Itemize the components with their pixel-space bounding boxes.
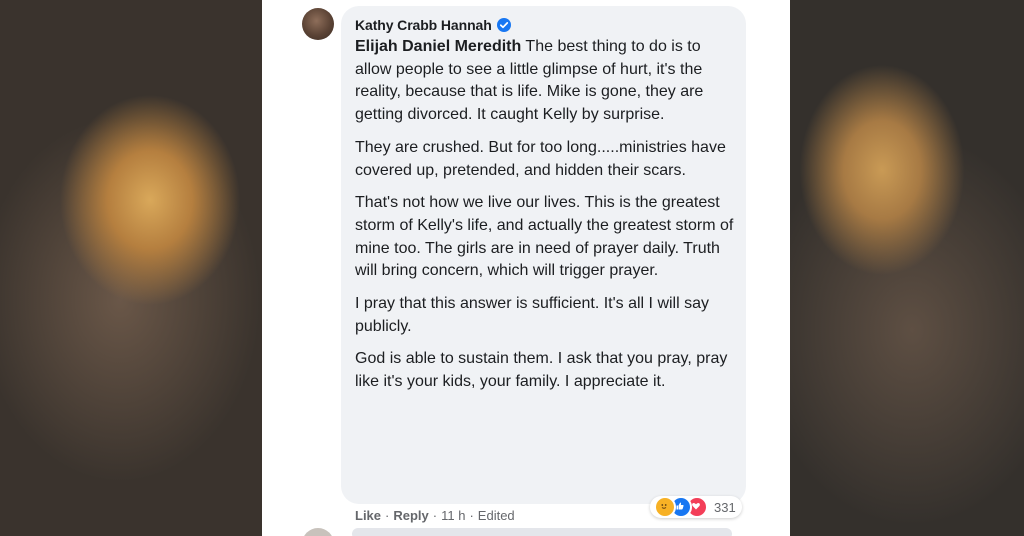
comment-paragraph: God is able to sustain them. I ask that … bbox=[355, 350, 728, 391]
separator: · bbox=[385, 508, 390, 523]
comment-author-name[interactable]: Kathy Crabb Hannah bbox=[355, 17, 492, 33]
avatar[interactable] bbox=[302, 8, 334, 40]
care-reaction-icon bbox=[654, 496, 676, 518]
blurred-background-right bbox=[762, 0, 1024, 536]
separator: · bbox=[432, 508, 438, 523]
edited-label: Edited bbox=[477, 508, 515, 523]
comment-paragraph: I pray that this answer is sufficient. I… bbox=[355, 295, 709, 335]
like-button[interactable]: Like bbox=[355, 508, 381, 523]
comment-paragraph: Elijah Daniel Meredith The best thing to… bbox=[355, 36, 735, 127]
next-comment-bubble bbox=[352, 528, 732, 536]
separator: · bbox=[469, 508, 474, 523]
comment-body: Elijah Daniel Meredith The best thing to… bbox=[355, 36, 735, 404]
comment-actions: Like · Reply · 11 h · Edited bbox=[355, 508, 515, 523]
comment-header: Kathy Crabb Hannah bbox=[355, 16, 511, 34]
verified-badge-icon bbox=[496, 18, 511, 32]
reaction-count: 331 bbox=[714, 499, 736, 515]
reply-button[interactable]: Reply bbox=[393, 508, 428, 523]
comment-paragraph: They are crushed. But for too long.....m… bbox=[355, 138, 726, 179]
blurred-background-left bbox=[0, 0, 262, 536]
mention-link[interactable]: Elijah Daniel Meredith bbox=[355, 38, 521, 55]
reactions-summary[interactable]: 331 bbox=[650, 496, 742, 518]
comment-timestamp[interactable]: 11 h bbox=[441, 508, 465, 523]
comment-paragraph: That's not how we live our lives. This i… bbox=[355, 194, 734, 280]
